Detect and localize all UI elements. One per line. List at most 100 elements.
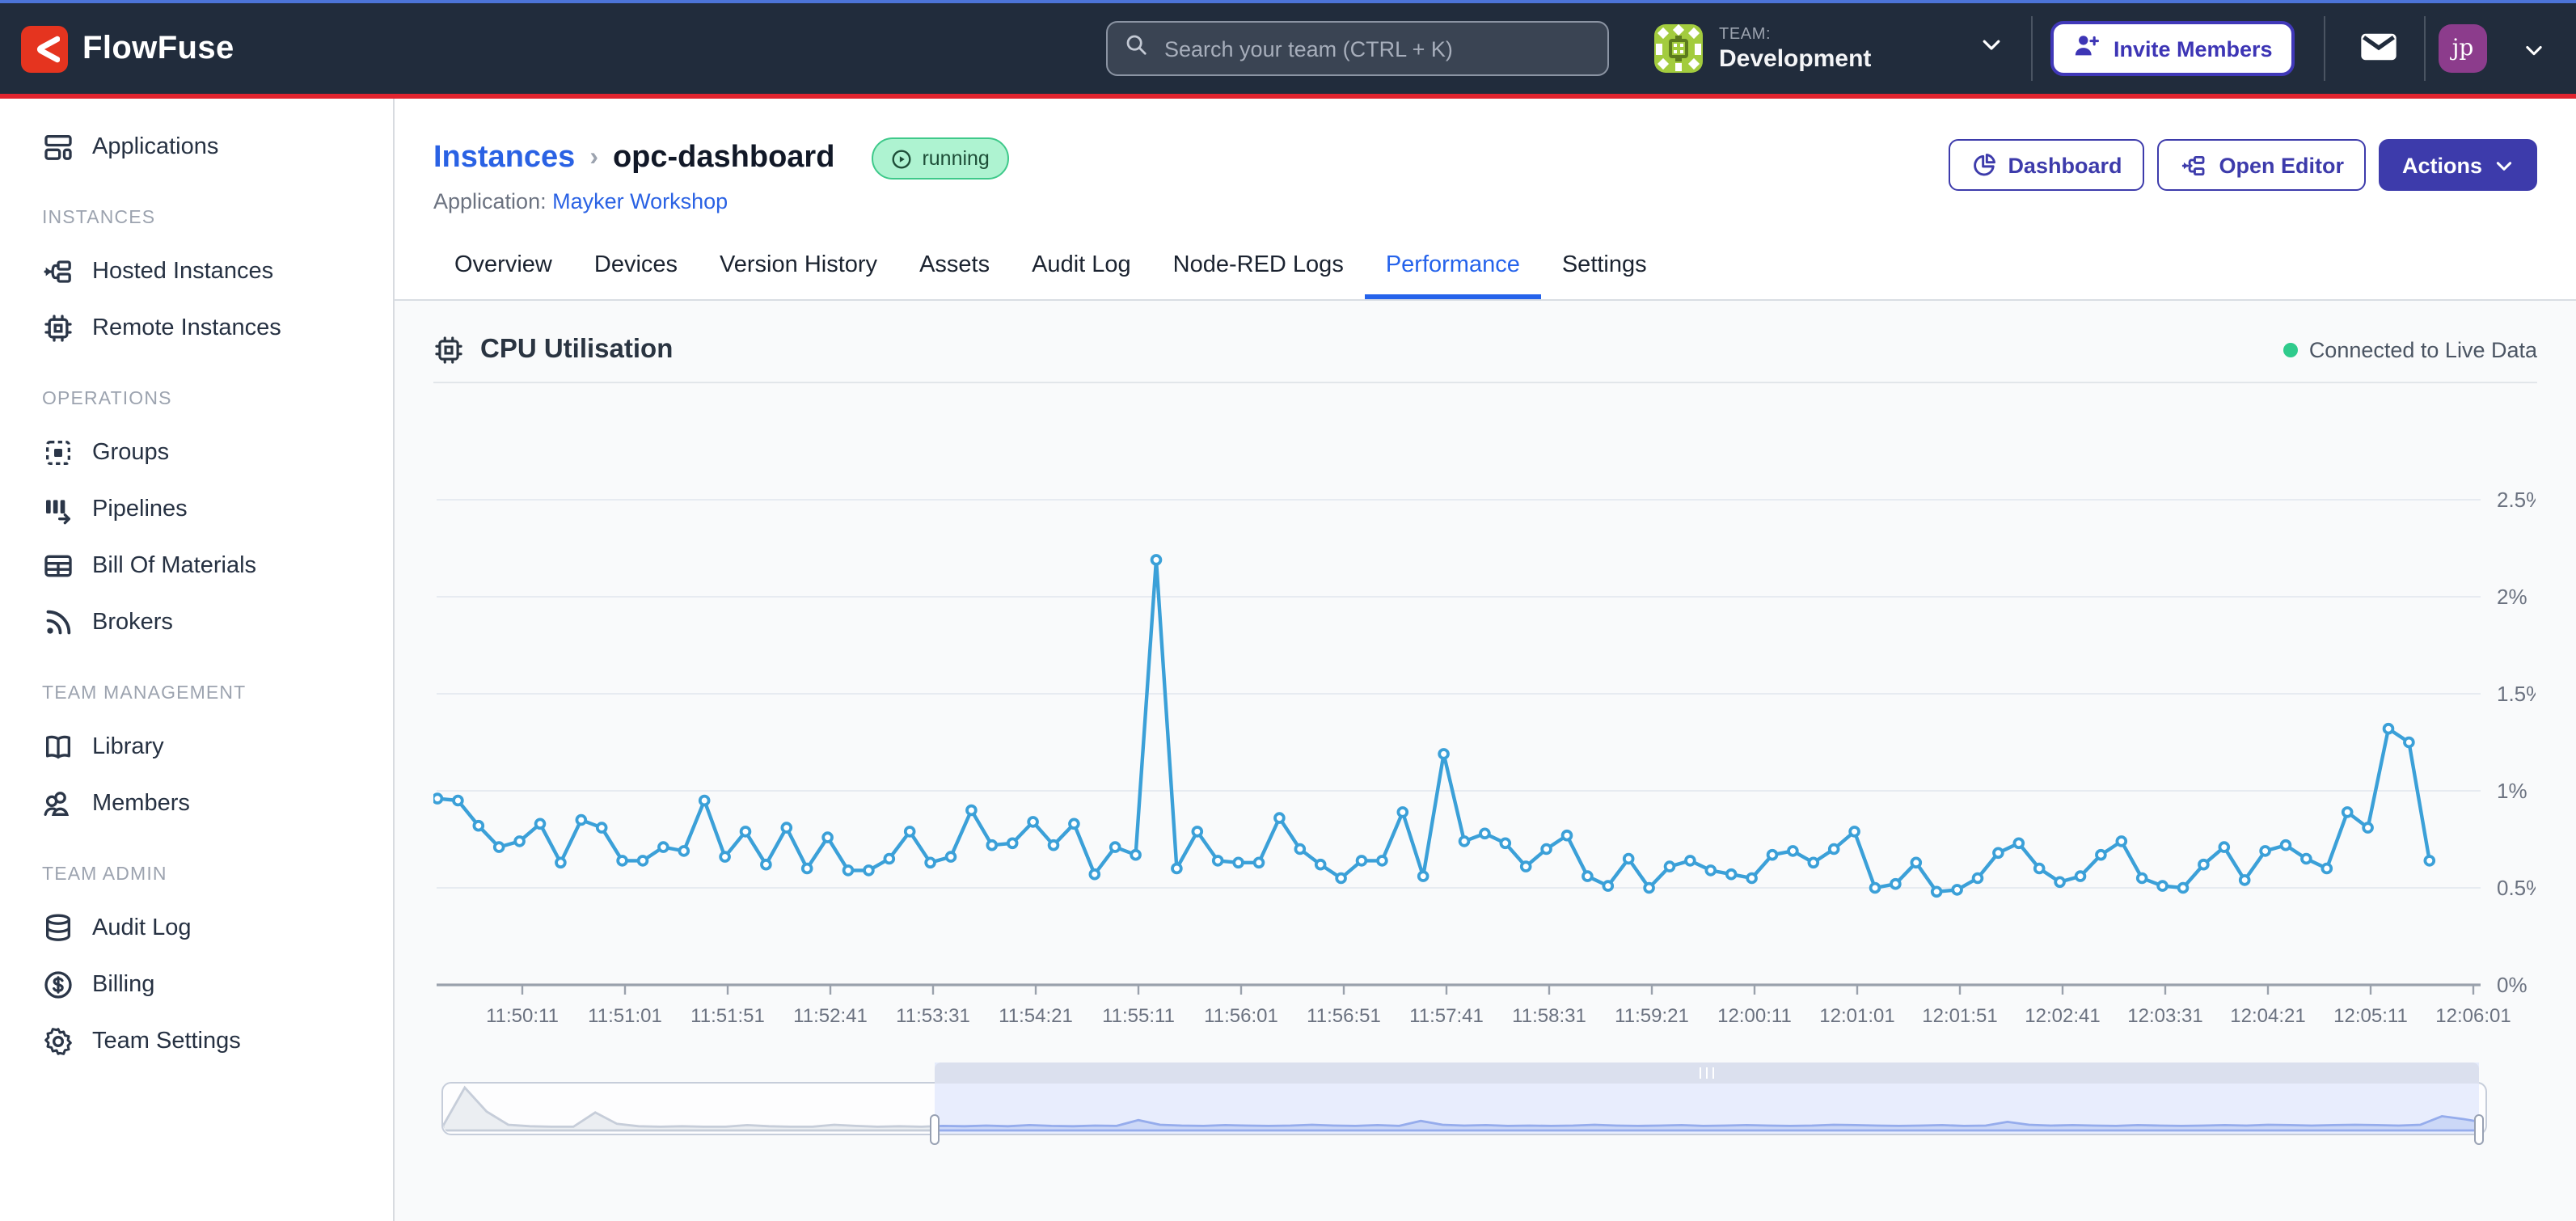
x-axis-label: 11:55:11 — [1102, 1005, 1175, 1027]
x-axis-label: 11:51:51 — [690, 1005, 765, 1027]
tab-assets[interactable]: Assets — [898, 234, 1011, 299]
brush-drag-bar[interactable] — [935, 1063, 2479, 1084]
billing-icon — [42, 968, 74, 1000]
user-avatar[interactable]: jp — [2439, 24, 2487, 73]
open-editor-label: Open Editor — [2219, 153, 2344, 177]
x-axis-label: 12:00:11 — [1717, 1005, 1792, 1027]
sidebar-item-applications[interactable]: Applications — [0, 118, 393, 175]
nav-divider — [2031, 16, 2033, 81]
team-chevron-down-icon — [1979, 32, 2004, 65]
brush-handle-right[interactable] — [2474, 1114, 2484, 1145]
section-title: CPU Utilisation — [433, 334, 673, 365]
tab-audit-log[interactable]: Audit Log — [1011, 234, 1152, 299]
pipelines-icon — [42, 492, 74, 525]
invite-members-label: Invite Members — [2114, 36, 2273, 61]
groups-icon — [42, 436, 74, 468]
team-label: TEAM: — [1719, 25, 1871, 43]
notifications-mail-icon[interactable] — [2358, 26, 2400, 76]
sidebar-item-audit-log[interactable]: Audit Log — [0, 899, 393, 956]
tab-settings[interactable]: Settings — [1541, 234, 1668, 299]
team-selector[interactable]: TEAM: Development — [1654, 16, 2013, 81]
pie-chart-icon — [1970, 152, 1996, 178]
user-menu-chevron-down-icon[interactable] — [2523, 39, 2545, 70]
x-axis-label: 12:01:51 — [1922, 1005, 1997, 1027]
x-axis-label: 11:53:31 — [896, 1005, 970, 1027]
dashboard-label: Dashboard — [2008, 153, 2122, 177]
breadcrumb-instances-link[interactable]: Instances — [433, 141, 575, 176]
brand-name: FlowFuse — [82, 30, 234, 67]
team-name: Development — [1719, 44, 1871, 72]
top-navbar: FlowFuse TEAM: Development — [0, 3, 2576, 94]
nav-divider-3 — [2424, 16, 2426, 81]
brush-selection[interactable] — [935, 1063, 2479, 1134]
invite-members-button[interactable]: Invite Members — [2050, 21, 2295, 76]
nav-divider-2 — [2324, 16, 2325, 81]
sidebar-item-label: Billing — [92, 971, 154, 997]
sidebar-item-billing[interactable]: Billing — [0, 956, 393, 1012]
actions-label: Actions — [2402, 153, 2482, 177]
instance-tabs: OverviewDevicesVersion HistoryAssetsAudi… — [433, 234, 1668, 299]
breadcrumb: Instances › opc-dashboard running — [433, 137, 1009, 180]
flowfuse-logo-icon — [21, 25, 68, 72]
tab-overview[interactable]: Overview — [433, 234, 573, 299]
x-axis-label: 12:04:21 — [2230, 1005, 2305, 1027]
sidebar-section-header: TEAM ADMIN — [0, 865, 393, 885]
search-input[interactable] — [1161, 35, 1591, 62]
user-plus-icon — [2073, 32, 2101, 65]
x-axis-label: 11:52:41 — [793, 1005, 868, 1027]
sidebar-item-bill-of-materials[interactable]: Bill Of Materials — [0, 537, 393, 594]
x-axis-label: 12:05:11 — [2333, 1005, 2408, 1027]
live-status-label: Connected to Live Data — [2309, 337, 2537, 361]
y-axis-label: 1% — [2497, 779, 2527, 803]
sidebar-item-brokers[interactable]: Brokers — [0, 594, 393, 650]
sidebar-item-label: Bill Of Materials — [92, 552, 256, 578]
x-axis-label: 11:51:01 — [588, 1005, 662, 1027]
y-axis-label: 2% — [2497, 585, 2527, 609]
open-editor-button[interactable]: Open Editor — [2157, 139, 2367, 191]
team-search[interactable] — [1106, 21, 1609, 76]
sidebar-section-header: TEAM MANAGEMENT — [0, 684, 393, 703]
node-red-flow-icon — [2180, 151, 2207, 179]
sidebar-item-remote-instances[interactable]: Remote Instances — [0, 299, 393, 356]
sidebar-item-label: Team Settings — [92, 1028, 241, 1054]
tab-devices[interactable]: Devices — [573, 234, 699, 299]
tab-performance[interactable]: Performance — [1365, 234, 1541, 299]
sidebar-item-hosted-instances[interactable]: Hosted Instances — [0, 243, 393, 299]
bom-icon — [42, 549, 74, 581]
header-buttons: Dashboard Open Editor Actions — [1948, 139, 2537, 191]
sidebar-item-pipelines[interactable]: Pipelines — [0, 480, 393, 537]
dashboard-button[interactable]: Dashboard — [1948, 139, 2144, 191]
performance-section: CPU Utilisation Connected to Live Data 2… — [395, 301, 2576, 1221]
live-data-status: Connected to Live Data — [2283, 337, 2537, 361]
actions-button[interactable]: Actions — [2380, 139, 2537, 191]
application-label: Application: — [433, 189, 547, 213]
sidebar-item-team-settings[interactable]: Team Settings — [0, 1012, 393, 1069]
application-link[interactable]: Mayker Workshop — [552, 189, 728, 213]
sidebar-item-members[interactable]: Members — [0, 775, 393, 831]
grip-icon — [1700, 1067, 1702, 1079]
sidebar-item-label: Members — [92, 790, 190, 816]
user-initials: jp — [2452, 36, 2474, 61]
flowfuse-app: FlowFuse TEAM: Development — [0, 0, 2576, 1221]
x-axis-label: 11:59:21 — [1615, 1005, 1689, 1027]
x-axis-label: 12:06:01 — [2435, 1005, 2511, 1027]
live-status-dot-icon — [2283, 342, 2298, 357]
x-axis-label: 11:56:51 — [1307, 1005, 1381, 1027]
y-axis-label: 1.5% — [2497, 682, 2536, 706]
members-icon — [42, 787, 74, 819]
page-header: Instances › opc-dashboard running Applic… — [395, 99, 2576, 301]
sidebar-item-groups[interactable]: Groups — [0, 424, 393, 480]
y-axis-label: 0.5% — [2497, 876, 2536, 900]
sidebar-item-label: Brokers — [92, 609, 173, 635]
sidebar-section-header: OPERATIONS — [0, 390, 393, 409]
brush-handle-left[interactable] — [930, 1114, 940, 1145]
brand[interactable]: FlowFuse — [0, 25, 396, 72]
main-content: Instances › opc-dashboard running Applic… — [395, 99, 2576, 1221]
chip-icon — [42, 311, 74, 344]
x-axis-label: 11:54:21 — [999, 1005, 1073, 1027]
tab-version-history[interactable]: Version History — [699, 234, 898, 299]
chart-range-brush[interactable] — [441, 1082, 2487, 1135]
sidebar-item-library[interactable]: Library — [0, 718, 393, 775]
tab-node-red-logs[interactable]: Node-RED Logs — [1152, 234, 1365, 299]
sidebar-section-header: INSTANCES — [0, 209, 393, 228]
